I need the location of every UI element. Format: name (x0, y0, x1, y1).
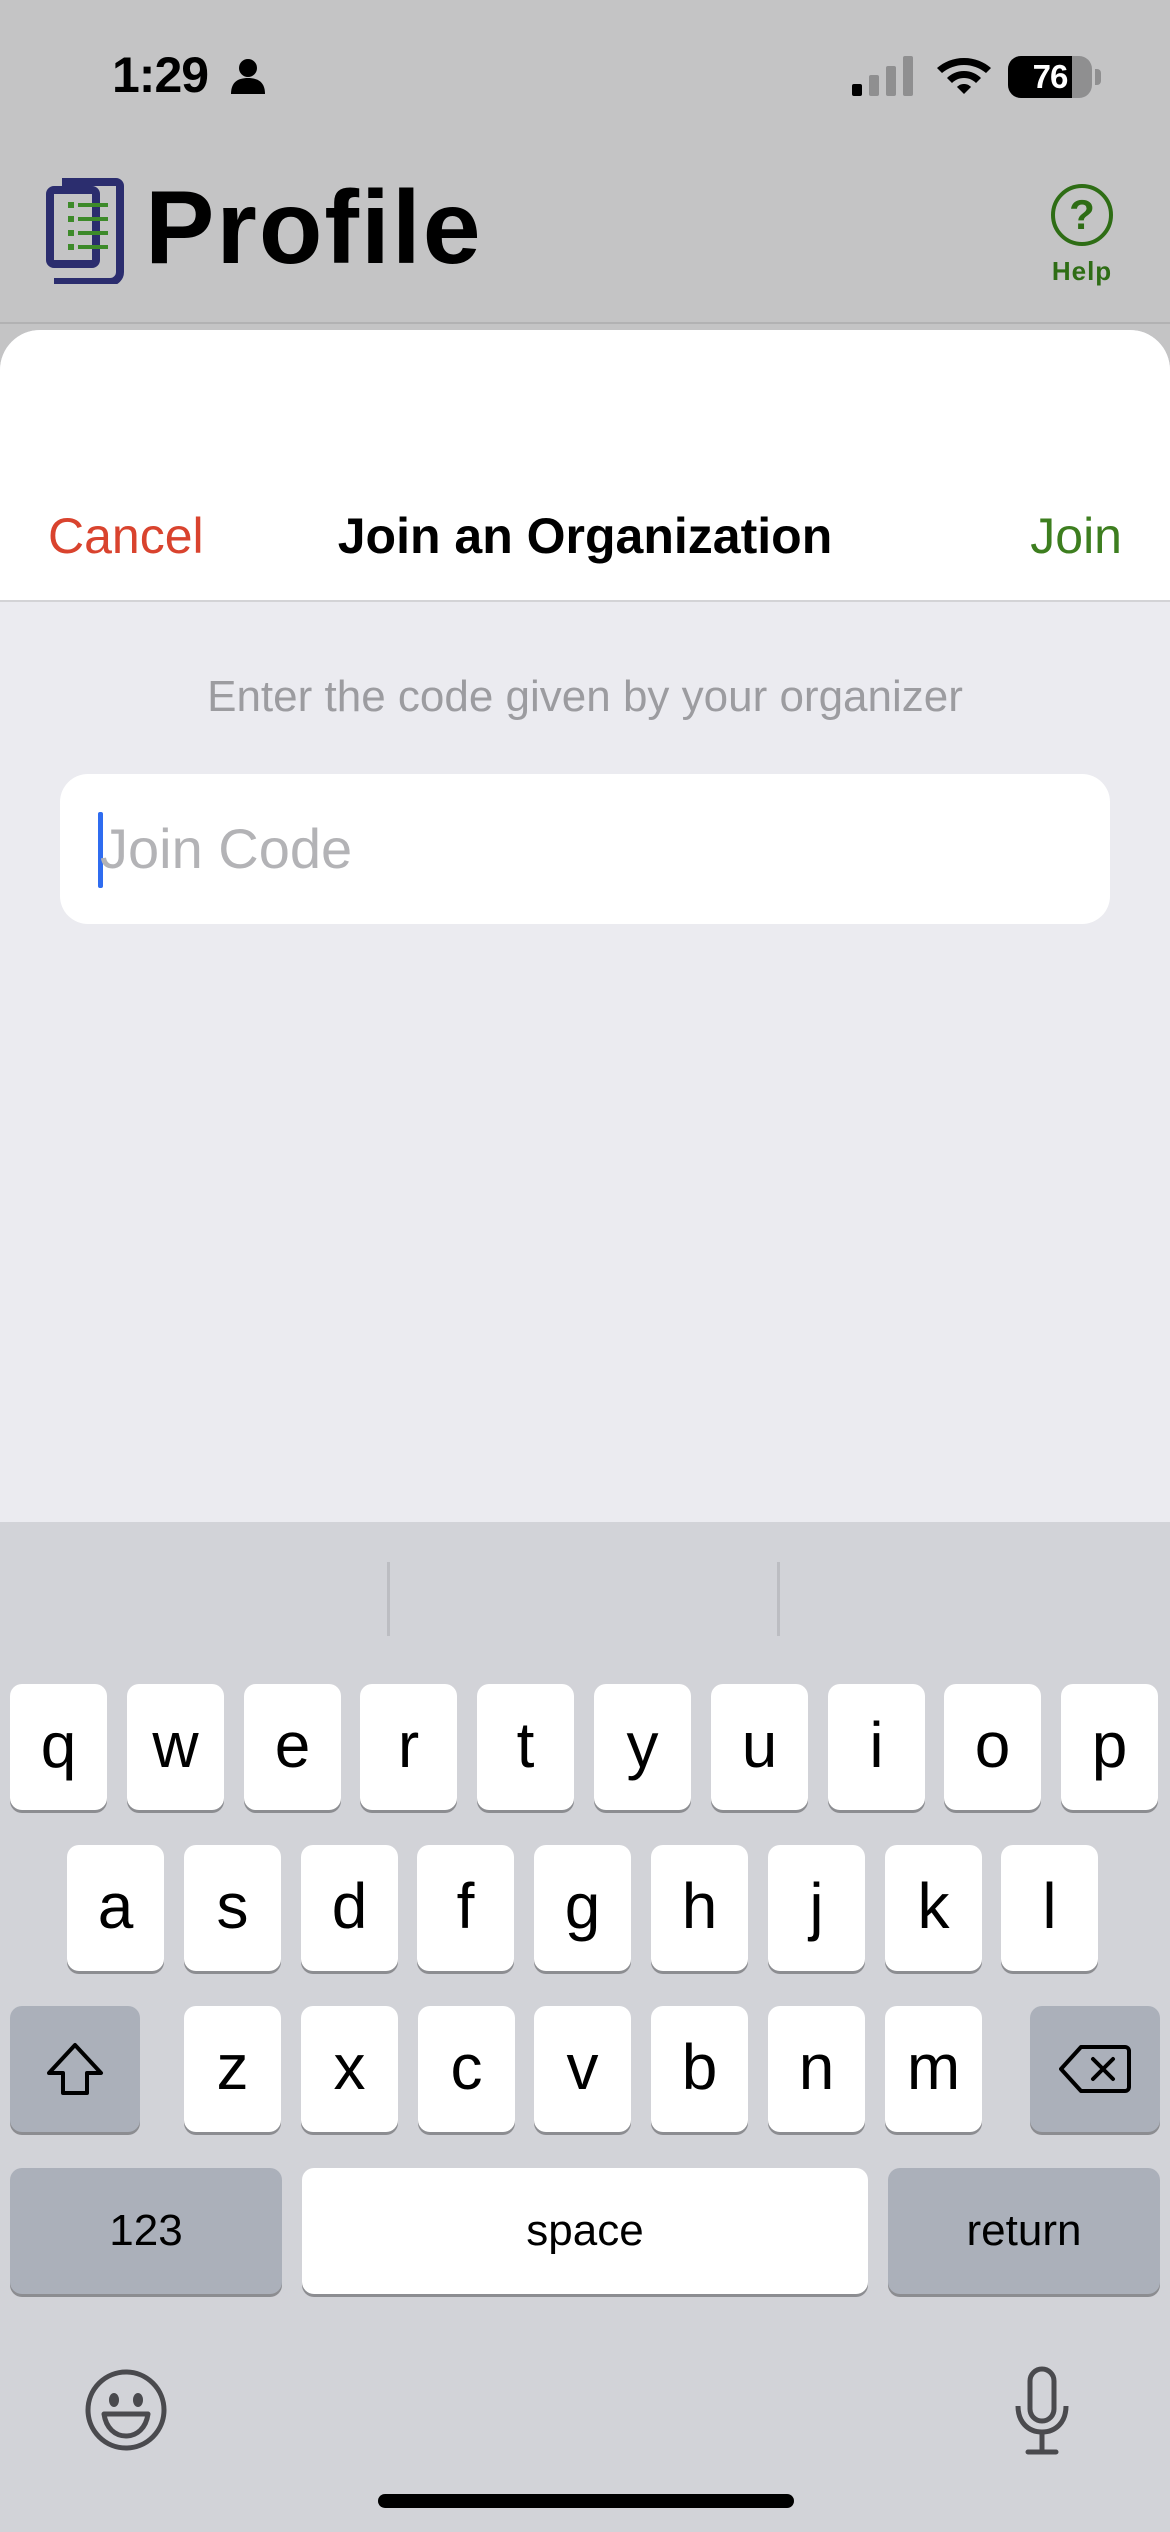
help-label: Help (1051, 256, 1113, 286)
shift-key[interactable] (10, 2006, 140, 2132)
key-u[interactable]: u (711, 1684, 808, 1810)
key-h[interactable]: h (651, 1845, 748, 1971)
backspace-icon (1059, 2045, 1131, 2093)
sheet-title: Join an Organization (337, 508, 833, 564)
key-j[interactable]: j (768, 1845, 865, 1971)
key-t[interactable]: t (477, 1684, 574, 1810)
key-b[interactable]: b (651, 2006, 748, 2132)
suggestion-divider (387, 1562, 390, 1636)
key-o[interactable]: o (944, 1684, 1041, 1810)
sheet-nav-bar: Cancel Join an Organization Join (0, 330, 1170, 602)
key-x[interactable]: x (301, 2006, 398, 2132)
key-d[interactable]: d (301, 1845, 398, 1971)
checklist-document-logo (46, 178, 124, 284)
home-indicator (378, 2494, 794, 2508)
status-bar: 1:29 76 (0, 0, 1170, 150)
join-code-input[interactable]: Join Code (60, 774, 1110, 924)
key-a[interactable]: a (67, 1845, 164, 1971)
person-icon (231, 59, 265, 94)
shift-icon (47, 2043, 103, 2095)
join-button[interactable]: Join (1030, 506, 1122, 566)
microphone-icon[interactable] (1012, 2366, 1072, 2456)
key-p[interactable]: p (1061, 1684, 1158, 1810)
key-y[interactable]: y (594, 1684, 691, 1810)
key-g[interactable]: g (534, 1845, 631, 1971)
page-title: Profile (145, 170, 483, 286)
key-f[interactable]: f (417, 1845, 514, 1971)
battery-icon: 76 (1008, 56, 1102, 98)
key-v[interactable]: v (534, 2006, 631, 2132)
key-q[interactable]: q (10, 1684, 107, 1810)
key-z[interactable]: z (184, 2006, 281, 2132)
key-w[interactable]: w (127, 1684, 224, 1810)
key-e[interactable]: e (244, 1684, 341, 1810)
key-s[interactable]: s (184, 1845, 281, 1971)
backspace-key[interactable] (1030, 2006, 1160, 2132)
header-divider (0, 322, 1170, 324)
space-key[interactable]: space (302, 2168, 868, 2294)
join-code-placeholder: Join Code (100, 817, 353, 880)
key-k[interactable]: k (885, 1845, 982, 1971)
suggestion-divider (777, 1562, 780, 1636)
key-m[interactable]: m (885, 2006, 982, 2132)
return-key[interactable]: return (888, 2168, 1160, 2294)
key-c[interactable]: c (418, 2006, 515, 2132)
key-n[interactable]: n (768, 2006, 865, 2132)
battery-level: 76 (1032, 58, 1069, 95)
wifi-icon (937, 58, 991, 94)
key-i[interactable]: i (828, 1684, 925, 1810)
help-icon: ? (1051, 184, 1113, 246)
key-r[interactable]: r (360, 1684, 457, 1810)
cellular-signal-icon (852, 56, 913, 96)
status-time: 1:29 (112, 47, 209, 103)
key-l[interactable]: l (1001, 1845, 1098, 1971)
instructions-text: Enter the code given by your organizer (207, 672, 963, 721)
keyboard: 123 space return qwertyuiop asdfghjkl zxcv… (0, 1522, 1170, 2532)
emoji-icon[interactable] (84, 2368, 168, 2452)
numbers-key[interactable]: 123 (10, 2168, 282, 2294)
help-button[interactable]: ? Help (1042, 180, 1122, 290)
